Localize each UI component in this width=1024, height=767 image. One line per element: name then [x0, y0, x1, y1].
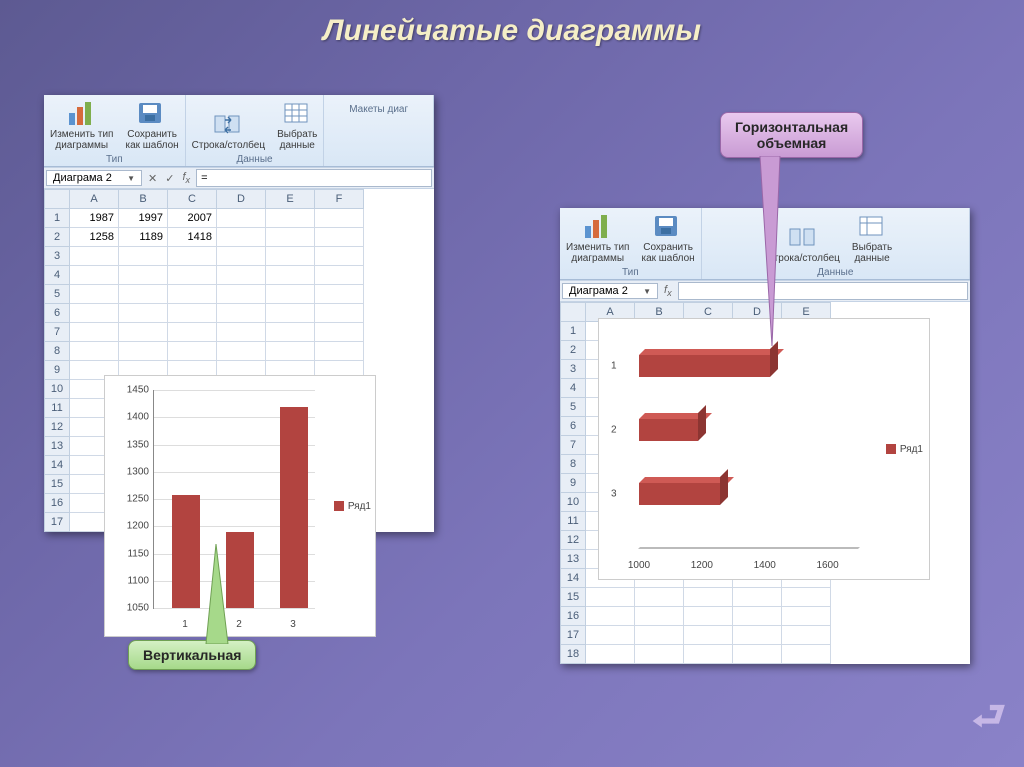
button-label: Изменить тип диаграммы — [50, 129, 113, 151]
accept-icon[interactable]: ✓ — [161, 172, 178, 185]
switch-icon — [211, 110, 245, 138]
callout-horizontal-3d: Горизонтальная объемная — [720, 112, 863, 158]
callout-text: Горизонтальная объемная — [720, 112, 863, 158]
fx-icon[interactable]: fx — [660, 284, 676, 298]
save-template-icon — [135, 99, 169, 127]
name-box-value: Диаграма 2 — [569, 285, 628, 297]
legend-label: Ряд1 — [900, 444, 923, 455]
switch-icon — [786, 223, 820, 251]
slide-title: Линейчатые диаграммы — [0, 14, 1024, 48]
change-chart-type-button[interactable]: Изменить тип диаграммы — [44, 95, 119, 153]
ribbon-group-title: Макеты диаг — [349, 103, 408, 116]
callout-vertical: Вертикальная — [128, 640, 256, 670]
select-data-button[interactable]: Выбрать данные — [271, 95, 323, 153]
bar-chart-icon — [581, 212, 615, 240]
formula-bar: Диаграма 2 ▼ ✕ ✓ fx = — [44, 167, 434, 189]
horizontal-3d-bar-chart[interactable]: Ряд1 3211000120014001600 — [598, 318, 930, 580]
fx-icon[interactable]: fx — [178, 171, 194, 185]
button-label: Строка/столбец — [192, 140, 265, 151]
button-label: Сохранить как шаблон — [125, 129, 178, 151]
cancel-icon[interactable]: ✕ — [144, 172, 161, 185]
save-as-template-button[interactable]: Сохранить как шаблон — [635, 208, 700, 266]
legend-label: Ряд1 — [348, 501, 371, 512]
callout-text: Вертикальная — [128, 640, 256, 670]
ribbon-group-title: Данные — [236, 153, 272, 166]
callout-tail-icon — [198, 544, 238, 644]
button-label: Выбрать данные — [852, 242, 892, 264]
chart-legend: Ряд1 — [334, 501, 371, 512]
select-data-icon — [280, 99, 314, 127]
switch-row-column-button[interactable]: Строка/столбец — [186, 95, 271, 153]
button-label: Изменить тип диаграммы — [566, 242, 629, 264]
name-box[interactable]: Диаграма 2 ▼ — [562, 283, 658, 299]
excel-screenshot-left: Изменить тип диаграммы Сохранить как шаб… — [44, 95, 434, 532]
select-data-icon — [855, 212, 889, 240]
name-box[interactable]: Диаграма 2 ▼ — [46, 170, 142, 186]
vertical-bar-chart[interactable]: Ряд1 10501100115012001250130013501400145… — [104, 375, 376, 637]
button-label: Сохранить как шаблон — [641, 242, 694, 264]
dropdown-icon: ▼ — [127, 174, 135, 183]
legend-swatch — [886, 444, 896, 454]
button-label: Выбрать данные — [277, 129, 317, 151]
chart-legend: Ряд1 — [886, 444, 923, 455]
formula-input[interactable] — [678, 282, 968, 300]
callout-tail-icon — [750, 156, 790, 346]
save-as-template-button[interactable]: Сохранить как шаблон — [119, 95, 184, 153]
legend-swatch — [334, 501, 344, 511]
dropdown-icon: ▼ — [643, 287, 651, 296]
formula-input[interactable]: = — [196, 169, 432, 187]
ribbon-group-title: Тип — [622, 266, 639, 279]
ribbon-group-title: Данные — [817, 266, 853, 279]
back-arrow-button[interactable]: ⮐ — [972, 688, 1006, 753]
ribbon: Изменить тип диаграммы Сохранить как шаб… — [44, 95, 434, 167]
name-box-value: Диаграма 2 — [53, 172, 112, 184]
ribbon-group-title: Тип — [106, 153, 123, 166]
change-chart-type-button[interactable]: Изменить тип диаграммы — [560, 208, 635, 266]
bar-chart-icon — [65, 99, 99, 127]
save-template-icon — [651, 212, 685, 240]
select-data-button[interactable]: Выбрать данные — [846, 208, 898, 266]
